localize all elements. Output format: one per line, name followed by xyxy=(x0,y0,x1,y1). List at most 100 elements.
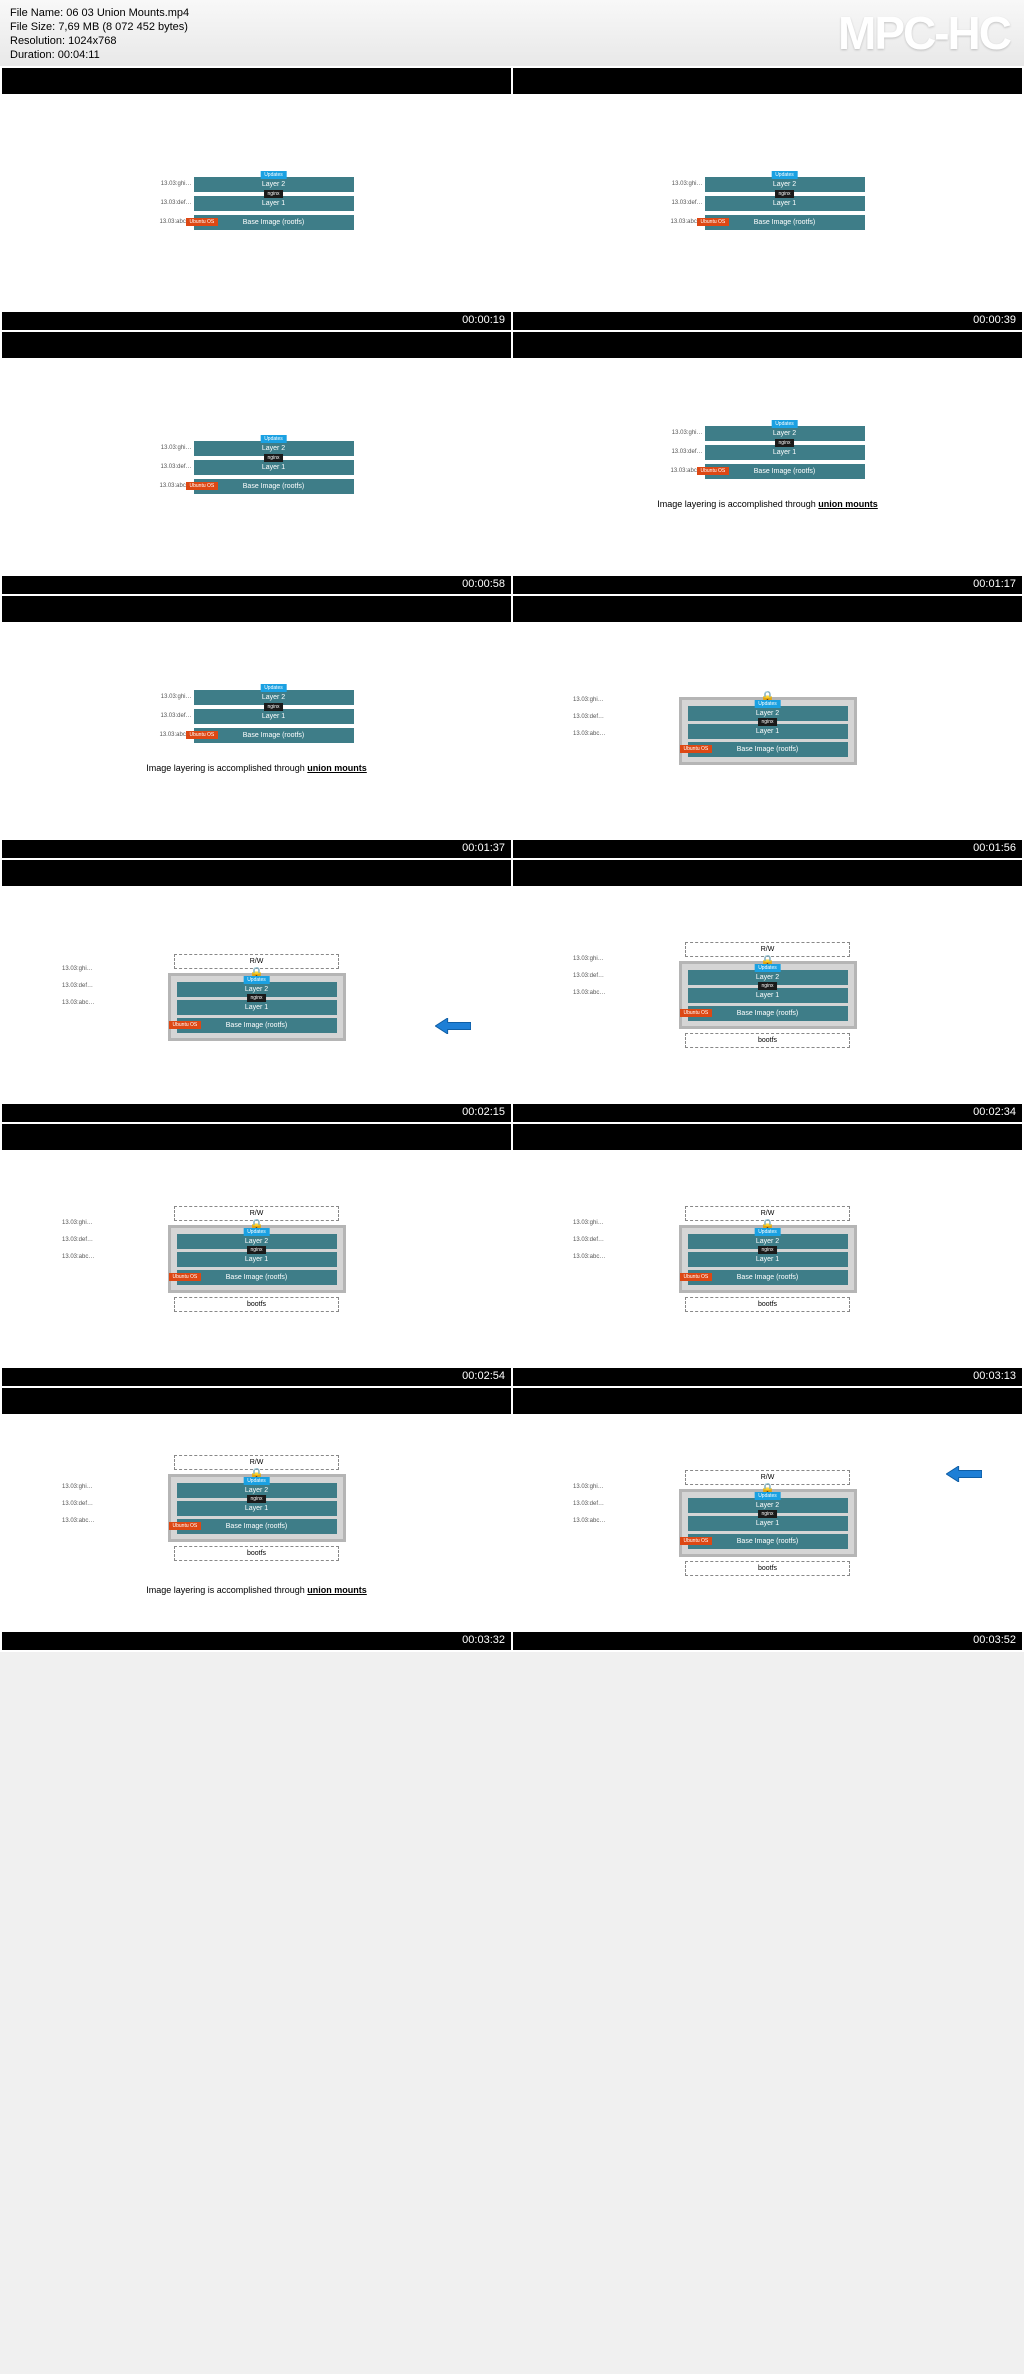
hash-label: 13.03:ghi… xyxy=(671,430,703,436)
updates-tag: Updates xyxy=(754,964,781,972)
ubuntu-tag: Ubuntu OS xyxy=(697,467,730,475)
nginx-tag: nginx xyxy=(758,718,778,726)
layer-stack: 13.03:ghi…UpdatesLayer 2 13.03:def…nginx… xyxy=(671,177,865,230)
resolution: 1024x768 xyxy=(68,35,116,47)
locked-box: 🔒 UpdatesLayer 2 nginxLayer 1 Ubuntu OSB… xyxy=(168,973,346,1041)
thumbnail-cell[interactable]: 13.03:ghi…13.03:def…13.03:abc…R/W 🔒 Upda… xyxy=(2,860,511,1122)
timestamp: 00:02:34 xyxy=(513,1104,1022,1122)
bootfs-layer: bootfs xyxy=(685,1033,850,1048)
updates-tag: Updates xyxy=(260,435,287,443)
ubuntu-tag: Ubuntu OS xyxy=(680,745,713,753)
layer-1-bar: nginxLayer 1 xyxy=(688,988,848,1003)
layer-stack: 13.03:ghi…UpdatesLayer 2 13.03:def…nginx… xyxy=(160,177,354,230)
duration: 00:04:11 xyxy=(58,49,100,61)
layer-1-bar: nginxLayer 1 xyxy=(194,196,354,211)
nginx-tag: nginx xyxy=(247,994,267,1002)
nginx-tag: nginx xyxy=(758,982,778,990)
base-layer-bar: Ubuntu OSBase Image (rootfs) xyxy=(688,1270,848,1285)
hash-labels: 13.03:ghi…13.03:def…13.03:abc… xyxy=(573,1220,605,1260)
locked-box: 🔒 UpdatesLayer 2 nginxLayer 1 Ubuntu OSB… xyxy=(679,961,857,1029)
thumbnail-cell[interactable]: 13.03:ghi…13.03:def…13.03:abc…R/W 🔒 Upda… xyxy=(2,1388,511,1650)
ubuntu-tag: Ubuntu OS xyxy=(186,218,219,226)
timestamp: 00:03:32 xyxy=(2,1632,511,1650)
thumbnail-cell[interactable]: 13.03:ghi…13.03:def…13.03:abc…R/W 🔒 Upda… xyxy=(2,1124,511,1386)
base-layer-bar: Ubuntu OSBase Image (rootfs) xyxy=(705,464,865,479)
video-frame: 13.03:ghi…13.03:def…13.03:abc…R/W 🔒 Upda… xyxy=(513,886,1022,1104)
ubuntu-tag: Ubuntu OS xyxy=(169,1021,202,1029)
ubuntu-tag: Ubuntu OS xyxy=(680,1009,713,1017)
bootfs-layer: bootfs xyxy=(174,1546,339,1561)
timestamp: 00:00:19 xyxy=(2,312,511,330)
thumbnail-cell[interactable]: 13.03:ghi…UpdatesLayer 2 13.03:def…nginx… xyxy=(2,596,511,858)
video-frame: 13.03:ghi…UpdatesLayer 2 13.03:def…nginx… xyxy=(513,358,1022,576)
timestamp: 00:01:17 xyxy=(513,576,1022,594)
mpc-hc-logo: MPC-HC xyxy=(838,6,1010,60)
layer-1-bar: nginxLayer 1 xyxy=(177,1501,337,1516)
locked-box: 🔒 UpdatesLayer 2 nginxLayer 1 Ubuntu OSB… xyxy=(168,1225,346,1293)
base-layer-bar: Ubuntu OSBase Image (rootfs) xyxy=(705,215,865,230)
hash-label: 13.03:def… xyxy=(160,200,192,206)
video-frame: 13.03:ghi…13.03:def…13.03:abc…R/W 🔒 Upda… xyxy=(2,1414,511,1632)
arrow-icon xyxy=(435,1018,471,1034)
arrow-icon xyxy=(946,1466,982,1482)
layer-stack: 13.03:ghi…UpdatesLayer 2 13.03:def…nginx… xyxy=(160,690,354,743)
timestamp: 00:01:37 xyxy=(2,840,511,858)
hash-labels: 13.03:ghi…13.03:def…13.03:abc… xyxy=(573,1484,605,1524)
hash-labels: 13.03:ghi…13.03:def…13.03:abc… xyxy=(62,966,94,1006)
updates-tag: Updates xyxy=(754,1492,781,1500)
base-layer-bar: Ubuntu OSBase Image (rootfs) xyxy=(688,1534,848,1549)
video-frame: 13.03:ghi…13.03:def…13.03:abc…R/W 🔒 Upda… xyxy=(2,886,511,1104)
thumbnail-cell[interactable]: 13.03:ghi…13.03:def…13.03:abc…R/W 🔒 Upda… xyxy=(513,1124,1022,1386)
caption: Image layering is accomplished through u… xyxy=(657,499,878,509)
layer-1-bar: nginxLayer 1 xyxy=(177,1000,337,1015)
thumbnail-cell[interactable]: 13.03:ghi…UpdatesLayer 2 13.03:def…nginx… xyxy=(513,332,1022,594)
thumbnail-cell[interactable]: 13.03:ghi…UpdatesLayer 2 13.03:def…nginx… xyxy=(2,68,511,330)
hash-labels: 13.03:ghi…13.03:def…13.03:abc… xyxy=(573,697,605,737)
updates-tag: Updates xyxy=(771,420,798,428)
ubuntu-tag: Ubuntu OS xyxy=(680,1273,713,1281)
layer-stack: 13.03:ghi…UpdatesLayer 2 13.03:def…nginx… xyxy=(160,441,354,494)
updates-tag: Updates xyxy=(771,171,798,179)
thumbnail-cell[interactable]: 13.03:ghi…UpdatesLayer 2 13.03:def…nginx… xyxy=(513,68,1022,330)
nginx-tag: nginx xyxy=(758,1246,778,1254)
bootfs-layer: bootfs xyxy=(174,1297,339,1312)
layer-1-bar: nginxLayer 1 xyxy=(194,709,354,724)
layer-1-bar: nginxLayer 1 xyxy=(194,460,354,475)
thumbnail-cell[interactable]: 13.03:ghi…13.03:def…13.03:abc… 🔒 Updates… xyxy=(513,596,1022,858)
caption: Image layering is accomplished through u… xyxy=(146,1585,367,1595)
caption-emphasis: union mounts xyxy=(818,499,878,509)
nginx-tag: nginx xyxy=(247,1246,267,1254)
video-frame: 13.03:ghi…13.03:def…13.03:abc… 🔒 Updates… xyxy=(513,622,1022,840)
ubuntu-tag: Ubuntu OS xyxy=(186,482,219,490)
nginx-tag: nginx xyxy=(247,1495,267,1503)
updates-tag: Updates xyxy=(243,1228,270,1236)
base-layer-bar: Ubuntu OSBase Image (rootfs) xyxy=(688,742,848,757)
nginx-tag: nginx xyxy=(264,454,284,462)
filename: 06 03 Union Mounts.mp4 xyxy=(66,7,189,19)
resolution-label: Resolution: xyxy=(10,35,65,47)
hash-labels: 13.03:ghi…13.03:def…13.03:abc… xyxy=(62,1220,94,1260)
timestamp: 00:02:15 xyxy=(2,1104,511,1122)
caption-emphasis: union mounts xyxy=(307,1585,367,1595)
layer-1-bar: nginxLayer 1 xyxy=(688,1252,848,1267)
thumbnail-cell[interactable]: 13.03:ghi…UpdatesLayer 2 13.03:def…nginx… xyxy=(2,332,511,594)
thumbnail-cell[interactable]: 13.03:ghi…13.03:def…13.03:abc…R/W 🔒 Upda… xyxy=(513,1388,1022,1650)
thumbnail-cell[interactable]: 13.03:ghi…13.03:def…13.03:abc…R/W 🔒 Upda… xyxy=(513,860,1022,1122)
video-frame: 13.03:ghi…UpdatesLayer 2 13.03:def…nginx… xyxy=(2,94,511,312)
filesize: 7,69 MB (8 072 452 bytes) xyxy=(58,21,188,33)
base-layer-bar: Ubuntu OSBase Image (rootfs) xyxy=(194,215,354,230)
bootfs-layer: bootfs xyxy=(685,1297,850,1312)
base-layer-bar: Ubuntu OSBase Image (rootfs) xyxy=(177,1270,337,1285)
layer-1-bar: nginxLayer 1 xyxy=(177,1252,337,1267)
base-layer-bar: Ubuntu OSBase Image (rootfs) xyxy=(194,479,354,494)
base-layer-bar: Ubuntu OSBase Image (rootfs) xyxy=(177,1018,337,1033)
locked-box: 🔒 UpdatesLayer 2 nginxLayer 1 Ubuntu OSB… xyxy=(168,1474,346,1542)
filename-label: File Name: xyxy=(10,7,63,19)
hash-label: 13.03:def… xyxy=(160,464,192,470)
thumbnail-grid: 13.03:ghi…UpdatesLayer 2 13.03:def…nginx… xyxy=(0,66,1024,1652)
ubuntu-tag: Ubuntu OS xyxy=(169,1273,202,1281)
hash-label: 13.03:ghi… xyxy=(160,181,192,187)
bootfs-layer: bootfs xyxy=(685,1561,850,1576)
hash-label: 13.03:ghi… xyxy=(160,694,192,700)
hash-label: 13.03:def… xyxy=(671,200,703,206)
